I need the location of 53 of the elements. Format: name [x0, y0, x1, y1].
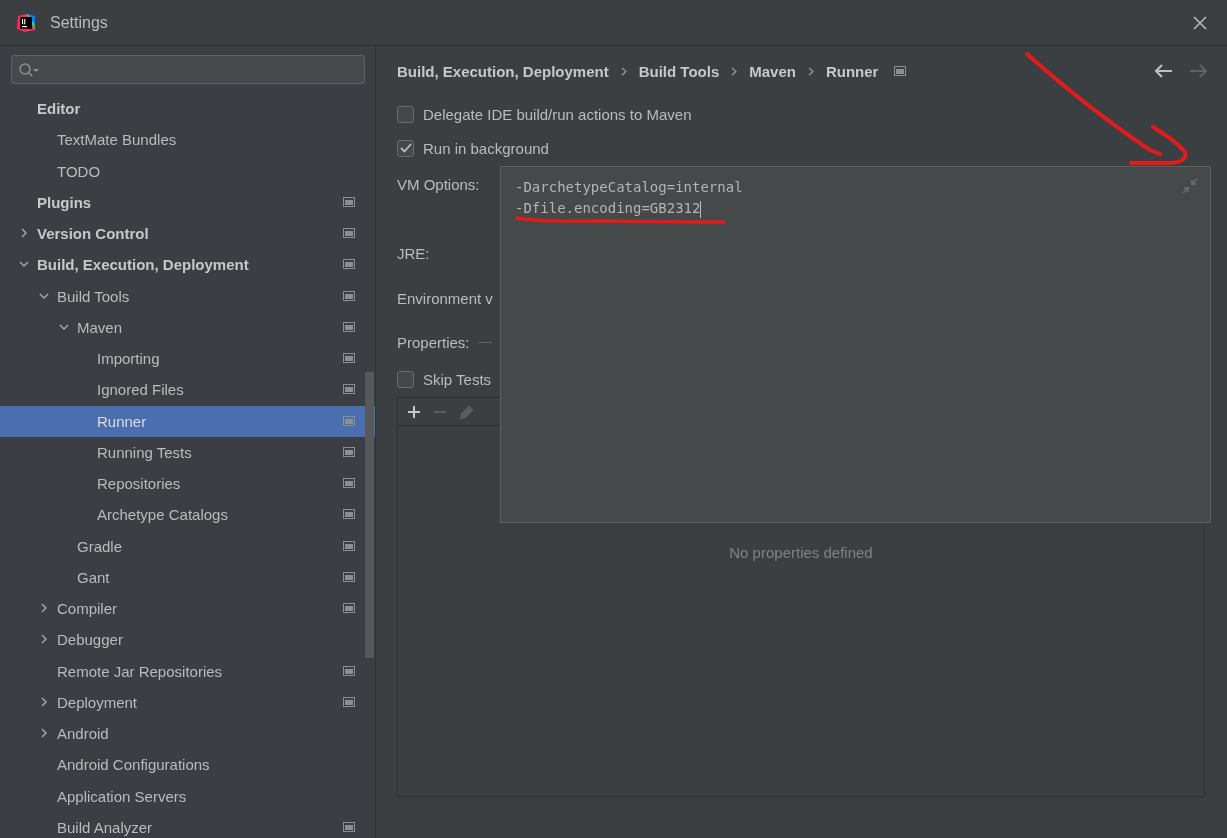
code-line: -DarchetypeCatalog=internal — [515, 179, 743, 195]
chevron-right-icon — [731, 66, 738, 76]
environment-label: Environment v — [397, 290, 493, 307]
search-field[interactable] — [11, 55, 365, 84]
breadcrumb-link[interactable]: Build, Execution, Deployment — [397, 62, 609, 80]
checkbox-label: Run in background — [423, 139, 549, 157]
breadcrumb-link[interactable]: Runner — [825, 62, 879, 80]
tree-item[interactable]: TODO — [0, 155, 375, 187]
back-arrow-icon[interactable] — [1155, 64, 1173, 78]
tree-item[interactable]: Debugger — [0, 624, 375, 656]
checkbox[interactable] — [397, 370, 414, 388]
tree-item[interactable]: Plugins — [0, 186, 375, 218]
checkbox[interactable] — [397, 105, 414, 123]
breadcrumb-link[interactable]: Maven — [749, 62, 796, 80]
checkbox[interactable] — [397, 139, 414, 157]
tree-item[interactable]: Archetype Catalogs — [0, 499, 375, 531]
properties-label: Properties: — [397, 334, 470, 351]
app-logo-icon — [16, 12, 36, 33]
tree-item[interactable]: Editor — [0, 93, 375, 125]
chevron-right-icon — [620, 66, 627, 76]
vm-options-editor[interactable]: -DarchetypeCatalog=internal -Dfile.encoding=GB2312 — [500, 166, 1211, 523]
checkbox-label: Skip Tests — [423, 370, 492, 388]
tree-item[interactable]: TextMate Bundles — [0, 124, 375, 156]
close-icon[interactable] — [1193, 15, 1207, 30]
tree-item[interactable]: Running Tests — [0, 436, 375, 468]
checkbox-label: Delegate IDE build/run actions to Maven — [423, 105, 692, 123]
tree-item[interactable]: Android Configurations — [0, 749, 375, 781]
tree-item[interactable]: Build Analyzer — [0, 811, 375, 838]
code-line: -Dfile.encoding=GB2312 — [515, 200, 701, 216]
tree-item[interactable]: Gant — [0, 561, 375, 593]
tree-item[interactable]: Gradle — [0, 530, 375, 562]
tree-item[interactable]: Build Tools — [0, 280, 375, 312]
tree-item[interactable]: Maven — [0, 311, 375, 343]
tree-item[interactable]: Build, Execution, Deployment — [0, 249, 375, 281]
jre-label: JRE: — [397, 245, 430, 262]
tree-item[interactable]: Remote Jar Repositories — [0, 655, 375, 687]
tree-item[interactable]: Importing — [0, 343, 375, 375]
tree-item[interactable]: Compiler — [0, 593, 375, 625]
tree-item[interactable]: Ignored Files — [0, 374, 375, 406]
tree-item[interactable]: Runner — [0, 405, 375, 437]
vm-options-label: VM Options: — [397, 176, 480, 193]
empty-table-text: No properties defined — [729, 544, 873, 561]
tree-item[interactable]: Android — [0, 718, 375, 750]
tree-item[interactable]: Version Control — [0, 218, 375, 250]
add-icon[interactable] — [407, 404, 421, 419]
chevron-right-icon — [807, 66, 814, 76]
scrollbar[interactable] — [365, 372, 374, 658]
search-icon[interactable] — [18, 61, 40, 78]
breadcrumb-link[interactable]: Build Tools — [638, 62, 720, 80]
tree-item[interactable]: Deployment — [0, 686, 375, 718]
tree-item[interactable]: Application Servers — [0, 780, 375, 812]
tree-item[interactable]: Repositories — [0, 468, 375, 500]
window-title: Settings — [50, 13, 108, 32]
